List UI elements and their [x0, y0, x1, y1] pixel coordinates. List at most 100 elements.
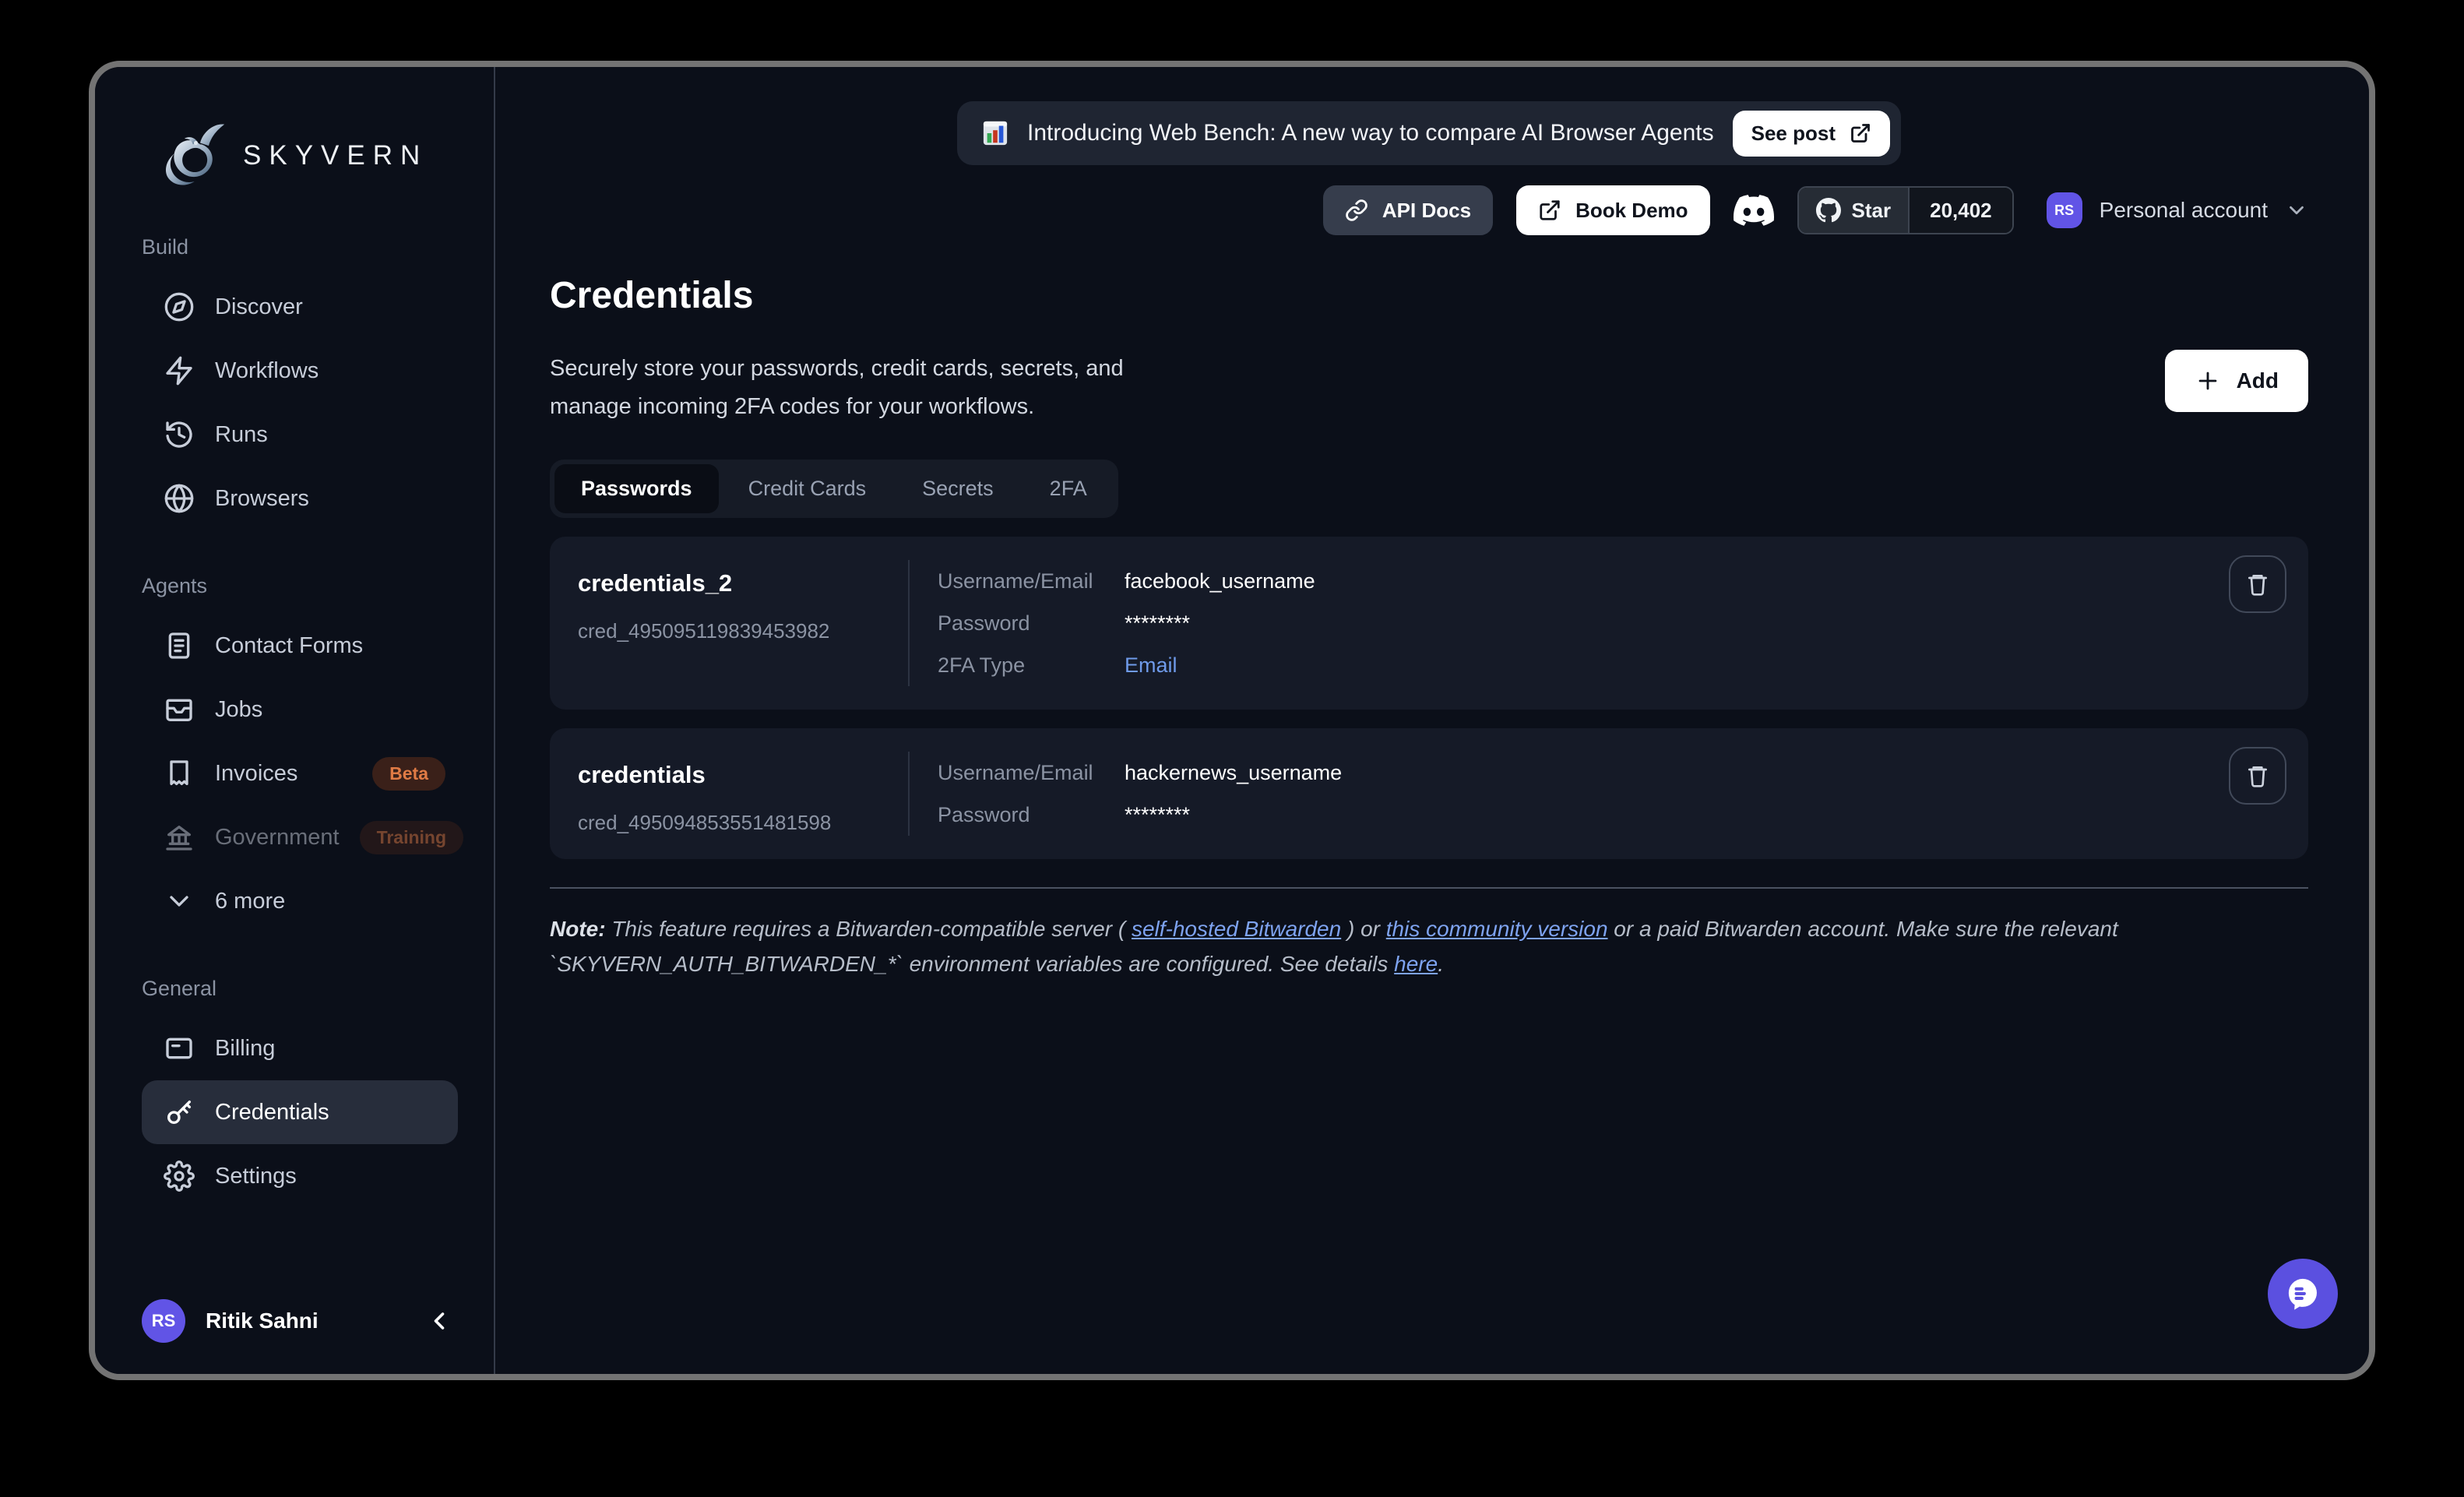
- tab-2fa[interactable]: 2FA: [1023, 464, 1114, 513]
- community-version-link[interactable]: this community version: [1386, 917, 1608, 941]
- bitwarden-note: Note: This feature requires a Bitwarden-…: [550, 912, 2308, 981]
- app-window: SKYVERN Build Discover Workflows Runs: [89, 61, 2375, 1380]
- collapse-sidebar-button[interactable]: [425, 1307, 453, 1335]
- delete-credential-button[interactable]: [2229, 555, 2286, 613]
- add-button-label: Add: [2237, 368, 2279, 393]
- field-value: hackernews_username: [1125, 752, 1342, 794]
- note-text: ) or: [1341, 917, 1386, 941]
- see-details-here-link[interactable]: here: [1394, 952, 1438, 976]
- tab-credit-cards[interactable]: Credit Cards: [722, 464, 893, 513]
- bar-chart-icon: [982, 120, 1008, 146]
- announcement-banner: Introducing Web Bench: A new way to comp…: [957, 101, 1901, 165]
- section-label-agents: Agents: [95, 574, 494, 598]
- self-hosted-bitwarden-link[interactable]: self-hosted Bitwarden: [1132, 917, 1341, 941]
- divider: [908, 560, 910, 686]
- divider: [908, 752, 910, 836]
- credential-fields: Username/Email hackernews_username Passw…: [938, 752, 1342, 836]
- sidebar-item-label: Runs: [215, 422, 268, 448]
- sidebar-item-billing[interactable]: Billing: [142, 1016, 458, 1080]
- field-row: Password ********: [938, 602, 1315, 644]
- github-star-button[interactable]: Star: [1799, 188, 1909, 233]
- sidebar-item-runs[interactable]: Runs: [142, 403, 458, 467]
- chat-widget-button[interactable]: [2268, 1259, 2338, 1329]
- zap-icon: [164, 355, 195, 386]
- sidebar-item-label: Workflows: [215, 358, 319, 384]
- credential-fields: Username/Email facebook_username Passwor…: [938, 560, 1315, 686]
- page-title: Credentials: [550, 274, 2308, 317]
- gear-icon: [164, 1161, 195, 1192]
- add-button[interactable]: Add: [2165, 350, 2308, 412]
- field-row: Password ********: [938, 794, 1342, 836]
- chevron-down-icon: [164, 886, 195, 917]
- discord-logo: [1734, 190, 1774, 231]
- field-label: Password: [938, 794, 1125, 836]
- user-name: Ritik Sahni: [206, 1309, 319, 1333]
- chat-bubble-icon: [2283, 1273, 2323, 1314]
- section-label-general: General: [95, 977, 494, 1001]
- sidebar-item-more[interactable]: 6 more: [142, 869, 458, 933]
- account-label: Personal account: [2100, 198, 2268, 223]
- user-row[interactable]: RS Ritik Sahni: [95, 1299, 494, 1346]
- credential-card: credentials_2 cred_495095119839453982 Us…: [550, 537, 2308, 710]
- github-star-widget[interactable]: Star 20,402: [1797, 186, 2014, 234]
- field-value-2fa-type[interactable]: Email: [1125, 644, 1177, 686]
- field-label: Username/Email: [938, 752, 1125, 794]
- header-actions: API Docs Book Demo Star 20,402: [550, 185, 2308, 235]
- trash-icon: [2245, 763, 2270, 788]
- beta-badge: Beta: [372, 757, 445, 791]
- delete-credential-button[interactable]: [2229, 747, 2286, 805]
- api-docs-label: API Docs: [1382, 199, 1471, 223]
- main-content: Introducing Web Bench: A new way to comp…: [495, 67, 2369, 1374]
- sidebar-item-workflows[interactable]: Workflows: [142, 339, 458, 403]
- subtitle-row: Securely store your passwords, credit ca…: [550, 350, 2308, 425]
- sidebar-item-settings[interactable]: Settings: [142, 1144, 458, 1208]
- credential-card: credentials cred_495094853551481598 User…: [550, 728, 2308, 859]
- sidebar-item-credentials[interactable]: Credentials: [142, 1080, 458, 1144]
- sidebar-item-discover[interactable]: Discover: [142, 275, 458, 339]
- account-avatar: RS: [2047, 192, 2082, 228]
- sidebar-item-government[interactable]: Government Training: [142, 805, 458, 869]
- book-demo-label: Book Demo: [1575, 199, 1688, 223]
- field-label: 2FA Type: [938, 644, 1125, 686]
- field-row: 2FA Type Email: [938, 644, 1315, 686]
- skyvern-logo: SKYVERN: [157, 120, 494, 192]
- tab-secrets[interactable]: Secrets: [896, 464, 1020, 513]
- field-value: ********: [1125, 602, 1190, 644]
- history-icon: [164, 419, 195, 450]
- compass-icon: [164, 291, 195, 322]
- credential-id: cred_495095119839453982: [578, 619, 908, 643]
- chevron-left-icon: [425, 1307, 453, 1335]
- github-star-label: Star: [1852, 199, 1892, 223]
- tab-passwords[interactable]: Passwords: [554, 464, 719, 513]
- field-label: Username/Email: [938, 560, 1125, 602]
- sidebar-item-invoices[interactable]: Invoices Beta: [142, 741, 458, 805]
- github-star-count: 20,402: [1908, 188, 2012, 233]
- divider: [550, 887, 2308, 889]
- sidebar-item-browsers[interactable]: Browsers: [142, 467, 458, 530]
- globe-icon: [164, 483, 195, 514]
- sidebar-item-contact-forms[interactable]: Contact Forms: [142, 614, 458, 678]
- sidebar-item-jobs[interactable]: Jobs: [142, 678, 458, 741]
- api-docs-button[interactable]: API Docs: [1323, 185, 1493, 235]
- credential-type-tabs: Passwords Credit Cards Secrets 2FA: [550, 460, 1118, 518]
- field-row: Username/Email facebook_username: [938, 560, 1315, 602]
- chevron-down-icon: [2285, 199, 2308, 222]
- sidebar-item-label: Invoices: [215, 761, 297, 787]
- screen: SKYVERN Build Discover Workflows Runs: [0, 0, 2464, 1497]
- sidebar: SKYVERN Build Discover Workflows Runs: [95, 67, 495, 1374]
- dragon-logo-icon: [157, 120, 226, 192]
- nav-general: Billing Credentials Settings: [95, 1016, 494, 1208]
- see-post-button[interactable]: See post: [1733, 111, 1890, 157]
- form-icon: [164, 630, 195, 661]
- discord-icon[interactable]: [1734, 190, 1774, 231]
- sidebar-item-label: Discover: [215, 294, 303, 320]
- field-label: Password: [938, 602, 1125, 644]
- account-menu[interactable]: RS Personal account: [2047, 192, 2308, 228]
- sidebar-item-label: Contact Forms: [215, 633, 363, 659]
- sidebar-item-label: 6 more: [215, 889, 285, 914]
- book-demo-button[interactable]: Book Demo: [1516, 185, 1709, 235]
- sidebar-item-label: Jobs: [215, 697, 262, 723]
- key-icon: [164, 1097, 195, 1128]
- training-badge: Training: [360, 821, 463, 854]
- field-value: facebook_username: [1125, 560, 1315, 602]
